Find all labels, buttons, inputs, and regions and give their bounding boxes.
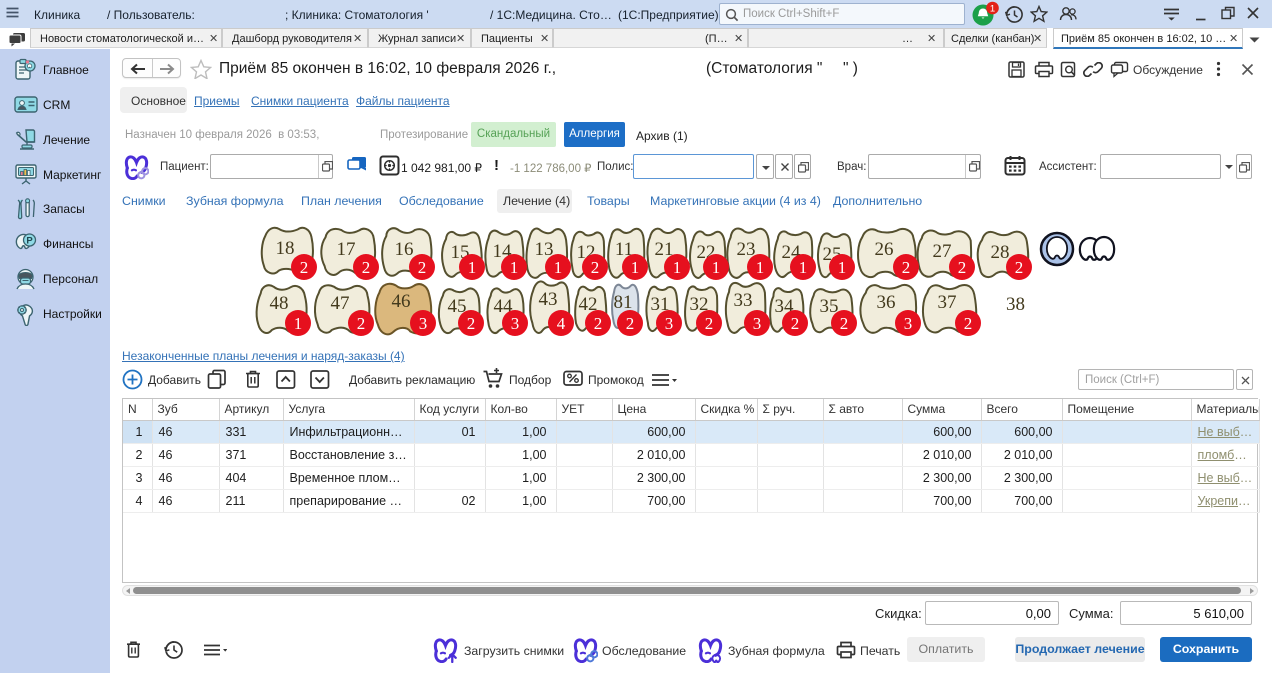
svg-text:37: 37 (938, 292, 957, 313)
svg-text:1: 1 (510, 258, 519, 277)
svg-text:2: 2 (357, 314, 366, 333)
svg-text:3: 3 (511, 314, 520, 333)
svg-text:4: 4 (557, 314, 566, 333)
svg-text:27: 27 (933, 241, 952, 262)
svg-text:2: 2 (594, 314, 603, 333)
svg-text:38: 38 (1006, 294, 1025, 315)
svg-text:2: 2 (362, 258, 371, 277)
svg-text:3: 3 (753, 314, 762, 333)
svg-text:1: 1 (631, 258, 640, 277)
svg-text:1: 1 (756, 258, 765, 277)
svg-text:48: 48 (270, 293, 289, 314)
svg-text:1: 1 (990, 3, 995, 14)
svg-text:1: 1 (838, 258, 847, 277)
svg-text:36: 36 (877, 292, 896, 313)
svg-text:1: 1 (799, 258, 808, 277)
svg-text:43: 43 (539, 289, 558, 310)
svg-text:2: 2 (964, 314, 973, 333)
svg-text:1: 1 (294, 314, 303, 333)
svg-text:2: 2 (418, 258, 427, 277)
svg-text:2: 2 (791, 314, 800, 333)
svg-text:2: 2 (902, 258, 911, 277)
svg-text:2: 2 (840, 314, 849, 333)
svg-text:33: 33 (734, 290, 753, 311)
svg-text:28: 28 (991, 242, 1010, 263)
svg-text:1: 1 (712, 258, 721, 277)
svg-text:2: 2 (300, 258, 309, 277)
svg-text:46: 46 (392, 291, 411, 312)
svg-text:3: 3 (419, 314, 428, 333)
svg-text:2: 2 (1015, 258, 1024, 277)
svg-text:2: 2 (591, 258, 600, 277)
svg-text:26: 26 (875, 239, 894, 260)
svg-text:16: 16 (395, 239, 414, 260)
svg-text:17: 17 (337, 239, 356, 260)
svg-text:3: 3 (904, 314, 913, 333)
svg-text:2: 2 (705, 314, 714, 333)
svg-text:1: 1 (468, 258, 477, 277)
svg-text:47: 47 (331, 293, 350, 314)
svg-text:81: 81 (614, 292, 633, 313)
svg-text:2: 2 (467, 314, 476, 333)
svg-text:2: 2 (958, 258, 967, 277)
svg-text:18: 18 (276, 238, 295, 259)
svg-text:1: 1 (673, 258, 682, 277)
svg-text:2: 2 (626, 314, 635, 333)
svg-text:1: 1 (554, 258, 563, 277)
svg-text:3: 3 (665, 314, 674, 333)
